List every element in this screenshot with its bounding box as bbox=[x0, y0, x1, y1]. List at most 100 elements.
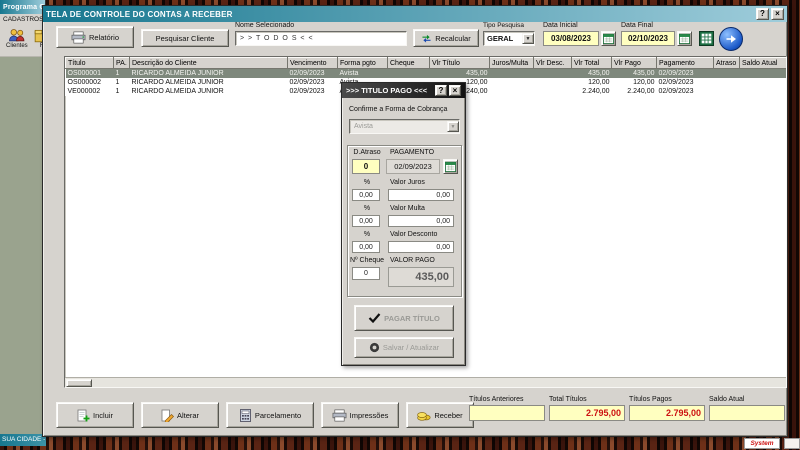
search-type-select[interactable]: GERAL ▼ bbox=[483, 31, 535, 46]
help-button[interactable]: ? bbox=[756, 8, 769, 20]
print-button[interactable]: Impressões bbox=[321, 402, 399, 428]
payment-calendar-button[interactable] bbox=[443, 159, 458, 174]
go-button[interactable] bbox=[719, 27, 743, 51]
confirm-billing-label: Confirme a Forma de Cobrança bbox=[349, 106, 448, 113]
delay-field[interactable]: 0 bbox=[352, 159, 380, 174]
payment-date-field[interactable]: 02/09/2023 bbox=[386, 159, 440, 174]
summary-label: Total Títulos bbox=[549, 396, 587, 403]
background-app-titlebar[interactable]: Programa C bbox=[0, 0, 45, 14]
pencil-icon bbox=[161, 409, 174, 422]
save-update-button[interactable]: Salvar / Atualizar bbox=[354, 337, 454, 358]
cheque-label: Nº Cheque bbox=[350, 257, 385, 264]
start-date-label: Data Inicial bbox=[543, 22, 578, 29]
chevron-down-icon[interactable]: ▼ bbox=[447, 121, 459, 132]
export-excel-button[interactable] bbox=[698, 30, 715, 47]
juros-value-field[interactable]: 0,00 bbox=[388, 189, 454, 201]
calendar-icon bbox=[445, 161, 456, 172]
background-app-title: Programa C bbox=[3, 3, 45, 11]
printer-icon bbox=[332, 409, 347, 422]
selected-name-input[interactable]: > > T O D O S < < bbox=[235, 31, 407, 46]
start-date-value: 03/08/2023 bbox=[550, 34, 592, 43]
menu-cadastros[interactable]: CADASTROS bbox=[0, 14, 45, 26]
end-date-calendar-button[interactable] bbox=[677, 31, 692, 46]
include-button[interactable]: Incluir bbox=[56, 402, 134, 428]
system-badge-text: System bbox=[750, 440, 774, 447]
grid-hscrollbar[interactable] bbox=[65, 377, 786, 387]
background-app-statusbar: SUA CIDADE - bbox=[0, 434, 46, 446]
summary-value bbox=[709, 405, 785, 421]
installment-button[interactable]: Parcelamento bbox=[226, 402, 314, 428]
desconto-pct-field[interactable]: 0,00 bbox=[352, 241, 380, 253]
cheque-field[interactable]: 0 bbox=[352, 267, 380, 280]
selected-name-value: > > T O D O S < < bbox=[240, 35, 314, 42]
column-header[interactable]: Atraso bbox=[713, 57, 740, 69]
system-badge: System bbox=[744, 438, 780, 449]
cheque-value: 0 bbox=[364, 270, 368, 277]
desktop: Programa C CADASTROS Clientes SUA CIDADE… bbox=[0, 0, 800, 450]
print-button-label: Impressões bbox=[349, 410, 389, 420]
dialog-close-button[interactable]: × bbox=[449, 85, 461, 96]
column-header[interactable]: Título bbox=[65, 57, 114, 69]
juros-label: Valor Juros bbox=[390, 179, 425, 186]
delay-value: 0 bbox=[363, 162, 369, 171]
printer-icon bbox=[71, 31, 86, 44]
calendar-icon bbox=[603, 33, 614, 44]
payment-label: PAGAMENTO bbox=[390, 149, 435, 156]
summary-label: Títulos Anteriores bbox=[469, 396, 524, 403]
background-app-body bbox=[0, 56, 45, 434]
column-header[interactable]: Forma pgto bbox=[337, 57, 388, 69]
column-header[interactable]: Juros/Multa bbox=[489, 57, 534, 69]
column-header[interactable]: Saldo Atual bbox=[739, 57, 786, 69]
desconto-value: 0,00 bbox=[436, 243, 450, 251]
receive-button-label: Receber bbox=[434, 410, 463, 420]
column-header[interactable]: Vencimento bbox=[287, 57, 338, 69]
clients-icon bbox=[6, 28, 28, 43]
recalculate-button[interactable]: Recalcular bbox=[413, 29, 479, 47]
column-header[interactable]: Vlr Desc. bbox=[533, 57, 572, 69]
summary-titulos-anteriores: Títulos Anteriores bbox=[469, 396, 545, 421]
pay-title-button[interactable]: PAGAR TÍTULO bbox=[354, 305, 454, 331]
multa-value-field[interactable]: 0,00 bbox=[388, 215, 454, 227]
column-header[interactable]: PA. bbox=[113, 57, 130, 69]
chevron-down-icon[interactable]: ▼ bbox=[522, 33, 534, 44]
dialog-titlebar[interactable]: >>> TITULO PAGO <<< ? × bbox=[342, 83, 465, 98]
toolbar-button-clientes-label: Clientes bbox=[6, 43, 28, 49]
toolbar-button-clientes[interactable]: Clientes bbox=[6, 28, 28, 49]
column-header[interactable]: Vlr Total bbox=[571, 57, 612, 69]
multa-pct-field[interactable]: 0,00 bbox=[352, 215, 380, 227]
billing-type-select[interactable]: Avista ▼ bbox=[349, 119, 460, 134]
end-date-field[interactable]: 02/10/2023 bbox=[621, 31, 675, 46]
report-button[interactable]: Relatório bbox=[56, 26, 134, 48]
column-header[interactable]: Descrição do Cliente bbox=[129, 57, 288, 69]
column-header[interactable]: Pagamento bbox=[656, 57, 714, 69]
edit-button-label: Alterar bbox=[176, 410, 200, 420]
window-titlebar[interactable]: TELA DE CONTROLE DO CONTAS A RECEBER ? × bbox=[43, 6, 787, 22]
column-header[interactable]: Cheque bbox=[387, 57, 430, 69]
start-date-field[interactable]: 03/08/2023 bbox=[543, 31, 599, 46]
end-date-value: 02/10/2023 bbox=[627, 34, 669, 43]
payment-groupbox: D.Atraso PAGAMENTO 0 02/09/2023 % Valor … bbox=[347, 145, 462, 297]
desconto-value-field[interactable]: 0,00 bbox=[388, 241, 454, 253]
window-title: TELA DE CONTROLE DO CONTAS A RECEBER bbox=[46, 9, 233, 19]
grid-hscrollbar-thumb[interactable] bbox=[66, 379, 92, 387]
column-header[interactable]: Vlr Título bbox=[429, 57, 490, 69]
dialog-help-button[interactable]: ? bbox=[435, 85, 447, 96]
juros-pct-field[interactable]: 0,00 bbox=[352, 189, 380, 201]
column-header[interactable]: Vlr Pago bbox=[611, 57, 657, 69]
juros-pct-value: 0,00 bbox=[359, 191, 373, 199]
search-type-value: GERAL bbox=[487, 34, 514, 43]
start-date-calendar-button[interactable] bbox=[601, 31, 616, 46]
close-button[interactable]: × bbox=[771, 8, 784, 20]
valor-pago-field[interactable]: 435,00 bbox=[388, 267, 454, 287]
summary-titulos-pagos: Títulos Pagos 2.795,00 bbox=[629, 396, 705, 421]
receive-button[interactable]: Receber bbox=[406, 402, 474, 428]
summary-value: 2.795,00 bbox=[549, 405, 625, 421]
search-client-button[interactable]: Pesquisar Cliente bbox=[141, 29, 229, 47]
valor-pago-value: 435,00 bbox=[415, 271, 449, 283]
edit-button[interactable]: Alterar bbox=[141, 402, 219, 428]
juros-pct-label: % bbox=[363, 179, 371, 186]
table-row[interactable]: OS000001 1 RICARDO ALMEIDA JUNIOR 02/09/202… bbox=[65, 68, 786, 78]
include-button-label: Incluir bbox=[92, 410, 113, 420]
desconto-label: Valor Desconto bbox=[390, 231, 438, 238]
billing-type-value: Avista bbox=[354, 123, 373, 130]
